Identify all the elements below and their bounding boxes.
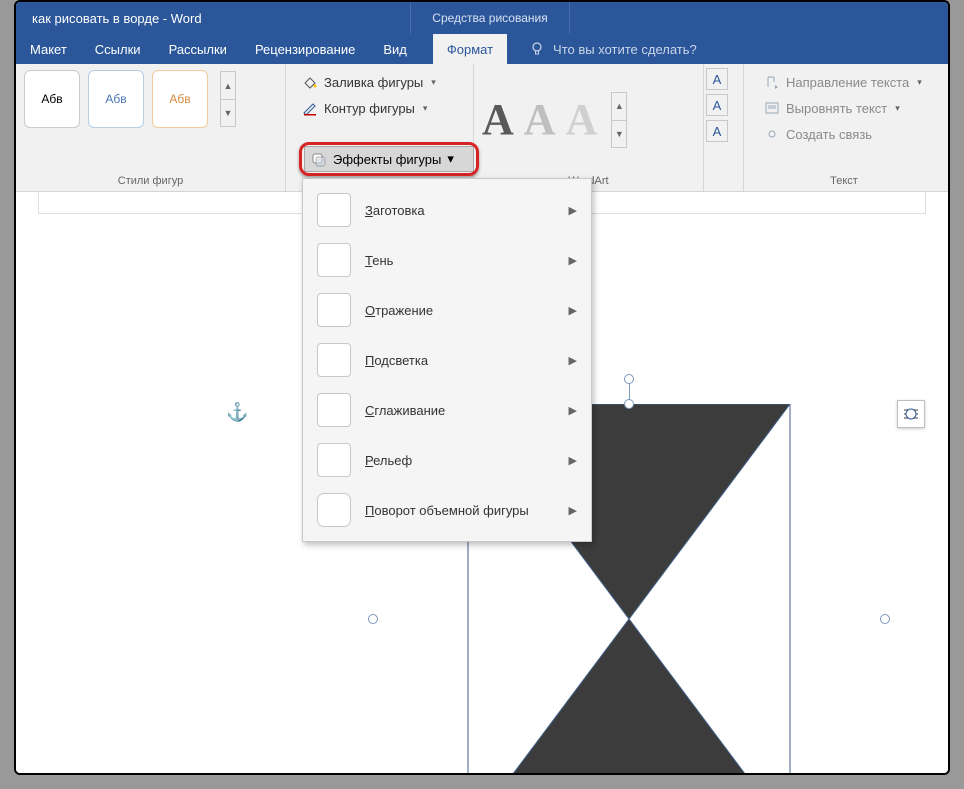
resize-handle-right[interactable] <box>880 614 890 624</box>
ribbon: Абв Абв Абв ▲ ▼ Стили фигур Заливка фигу… <box>16 64 948 192</box>
align-text-icon <box>764 100 780 116</box>
tell-me-placeholder: Что вы хотите сделать? <box>553 42 697 57</box>
text-outline-button[interactable]: A <box>706 94 728 116</box>
group-label-text: Текст <box>744 175 944 191</box>
tell-me-search[interactable]: Что вы хотите сделать? <box>507 34 948 64</box>
chevron-right-icon: ▶ <box>569 254 577 267</box>
shape-style-item[interactable]: Абв <box>24 70 80 128</box>
resize-handle-left[interactable] <box>368 614 378 624</box>
gallery-scroll-up-icon[interactable]: ▲ <box>611 92 627 120</box>
shape-effects-button[interactable]: Эффекты фигуры▾ <box>304 146 474 172</box>
wordart-style-item[interactable]: A <box>524 94 556 145</box>
text-fill-button[interactable]: A <box>706 68 728 90</box>
menu-item-preset[interactable]: Заготовка ▶ <box>303 185 591 235</box>
resize-handle-top[interactable] <box>624 399 634 409</box>
tab-view[interactable]: Вид <box>369 34 421 64</box>
wordart-style-item[interactable]: A <box>482 94 514 145</box>
gallery-expand[interactable]: ▲ ▼ <box>611 92 627 148</box>
shape-effects-icon <box>311 151 327 167</box>
shape-style-item[interactable]: Абв <box>88 70 144 128</box>
ribbon-tabs: Макет Ссылки Рассылки Рецензирование Вид… <box>16 34 948 64</box>
reflection-thumb-icon <box>317 293 351 327</box>
window-title: как рисовать в ворде - Word <box>16 11 410 26</box>
rotate-connector <box>629 382 630 400</box>
chevron-right-icon: ▶ <box>569 204 577 217</box>
tab-links[interactable]: Ссылки <box>81 34 155 64</box>
menu-item-bevel[interactable]: Рельеф ▶ <box>303 435 591 485</box>
chevron-down-icon: ▾ <box>895 103 900 114</box>
bevel-thumb-icon <box>317 443 351 477</box>
shadow-thumb-icon <box>317 243 351 277</box>
wordart-gallery[interactable]: A A A ▲ ▼ <box>482 92 627 148</box>
shape-effects-menu: Заготовка ▶ Тень ▶ Отражение ▶ Подсветка… <box>302 178 592 542</box>
glow-thumb-icon <box>317 343 351 377</box>
title-bar: как рисовать в ворде - Word Средства рис… <box>16 2 948 34</box>
contextual-tab-label: Средства рисования <box>410 2 570 34</box>
wordart-style-item[interactable]: A <box>566 94 598 145</box>
align-text-button[interactable]: Выровнять текст▾ <box>758 96 928 120</box>
shape-style-item[interactable]: Абв <box>152 70 208 128</box>
layout-options-icon <box>902 405 920 423</box>
menu-item-3d-rotation[interactable]: Поворот объемной фигуры ▶ <box>303 485 591 535</box>
paint-bucket-icon <box>302 74 318 90</box>
pen-outline-icon <box>302 100 318 116</box>
chevron-down-icon: ▾ <box>423 103 428 114</box>
layout-options-button[interactable] <box>897 400 925 428</box>
chevron-down-icon: ▾ <box>917 77 922 88</box>
chevron-right-icon: ▶ <box>569 304 577 317</box>
tab-review[interactable]: Рецензирование <box>241 34 369 64</box>
object-anchor-icon: ⚓ <box>226 402 248 423</box>
tab-format[interactable]: Формат <box>433 34 507 64</box>
rotation-3d-thumb-icon <box>317 493 351 527</box>
soft-edges-thumb-icon <box>317 393 351 427</box>
chevron-right-icon: ▶ <box>569 404 577 417</box>
shape-styles-gallery[interactable]: Абв Абв Абв ▲ ▼ <box>24 70 236 128</box>
menu-item-glow[interactable]: Подсветка ▶ <box>303 335 591 385</box>
shape-outline-button[interactable]: Контур фигуры▾ <box>296 96 442 120</box>
preset-thumb-icon <box>317 193 351 227</box>
menu-item-reflection[interactable]: Отражение ▶ <box>303 285 591 335</box>
chevron-down-icon: ▾ <box>431 77 436 88</box>
create-link-button[interactable]: Создать связь <box>758 122 928 146</box>
gallery-expand[interactable]: ▲ ▼ <box>220 71 236 127</box>
link-icon <box>764 126 780 142</box>
gallery-scroll-up-icon[interactable]: ▲ <box>220 71 236 99</box>
tab-layout[interactable]: Макет <box>16 34 81 64</box>
tab-mailings[interactable]: Рассылки <box>155 34 241 64</box>
lightbulb-icon <box>529 41 545 57</box>
text-direction-icon <box>764 74 780 90</box>
chevron-right-icon: ▶ <box>569 454 577 467</box>
shape-fill-button[interactable]: Заливка фигуры▾ <box>296 70 442 94</box>
group-label-shape-styles: Стили фигур <box>16 175 285 191</box>
text-effects-button[interactable]: A <box>706 120 728 142</box>
menu-item-shadow[interactable]: Тень ▶ <box>303 235 591 285</box>
gallery-scroll-down-icon[interactable]: ▼ <box>220 99 236 127</box>
chevron-right-icon: ▶ <box>569 504 577 517</box>
text-direction-button[interactable]: Направление текста▾ <box>758 70 928 94</box>
rotate-handle[interactable] <box>624 374 634 384</box>
chevron-down-icon: ▾ <box>447 151 454 167</box>
menu-item-soft-edges[interactable]: Сглаживание ▶ <box>303 385 591 435</box>
chevron-right-icon: ▶ <box>569 354 577 367</box>
gallery-scroll-down-icon[interactable]: ▼ <box>611 120 627 148</box>
